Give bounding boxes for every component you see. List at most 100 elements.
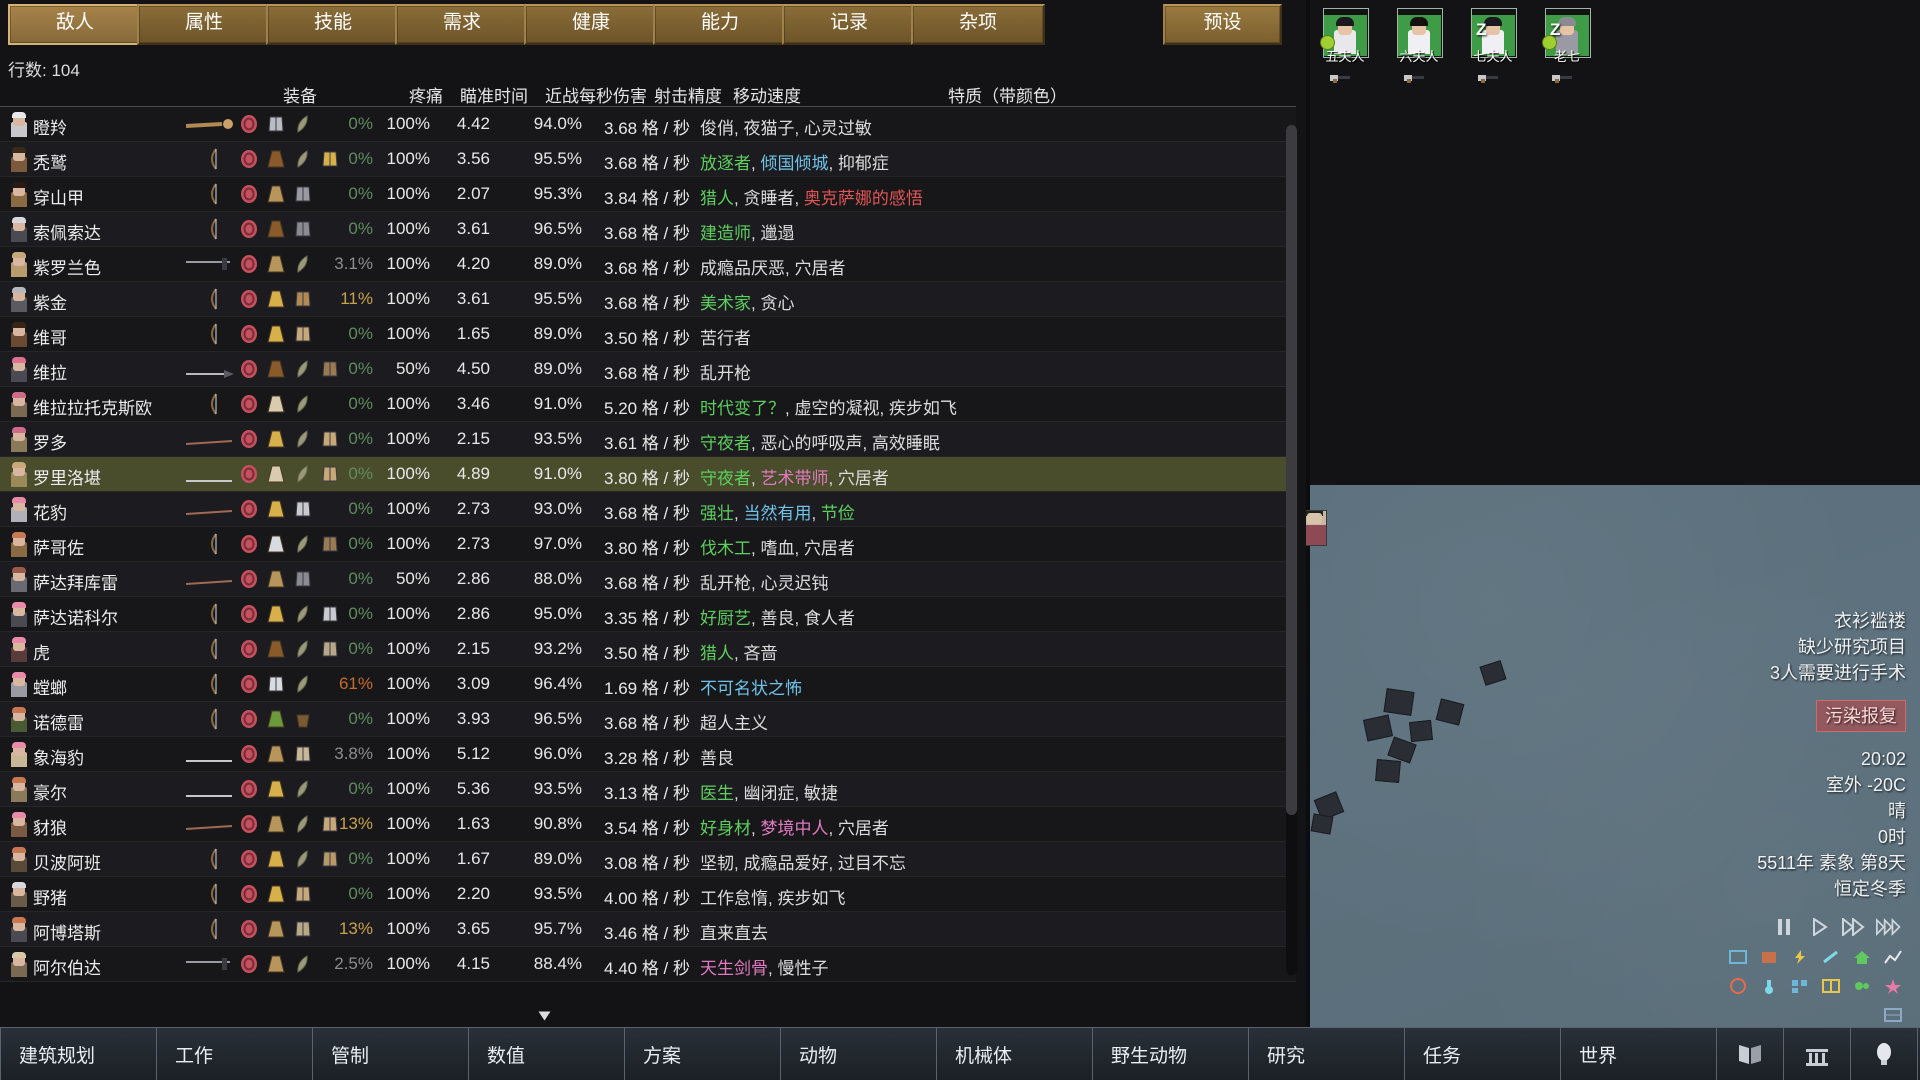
table-row[interactable]: 秃鹫 0% 100% 3.56 95.5% 3.68 格 / 秒放逐者, 倾国倾城, 抑郁… [0, 142, 1296, 177]
apparel-icon[interactable] [292, 743, 314, 765]
pawn-portrait-icon[interactable] [10, 251, 28, 277]
apparel-icon[interactable] [292, 148, 314, 170]
pawn-name[interactable]: 维哥 [33, 324, 67, 349]
apparel-icon[interactable] [292, 358, 314, 380]
weapon-icon[interactable] [185, 118, 234, 130]
apparel-icon[interactable] [238, 463, 260, 485]
apparel-icon[interactable] [238, 323, 260, 345]
apparel-icon[interactable] [265, 393, 287, 415]
apparel-icon[interactable] [292, 568, 314, 590]
table-row[interactable]: 索佩索达 0% 100% 3.61 96.5% 3.68 格 / 秒建造师, 邋遢 [0, 212, 1296, 247]
critical-alert[interactable]: 污染报复 [1576, 700, 1906, 732]
bottom-button-3[interactable]: 数值 [469, 1028, 625, 1080]
apparel-icon[interactable] [265, 323, 287, 345]
table-row[interactable]: 紫罗兰色 3.1% 100% 4.20 89.0% 3.68 格 / 秒成瘾品厌恶, 穴居… [0, 247, 1296, 282]
apparel-icon[interactable] [238, 778, 260, 800]
pawn-name[interactable]: 索佩索达 [33, 219, 101, 244]
tab-1[interactable]: 属性 [137, 4, 271, 45]
apparel-icon[interactable] [238, 673, 260, 695]
apparel-icon[interactable] [292, 883, 314, 905]
bottom-button-9[interactable]: 任务 [1405, 1028, 1561, 1080]
weapon-icon[interactable] [186, 751, 234, 762]
pawn-portrait-icon[interactable] [10, 321, 28, 347]
apparel-icon[interactable] [238, 603, 260, 625]
table-row[interactable]: 维拉 0% 50% 4.50 89.0% 3.68 格 / 秒乱开枪 [0, 352, 1296, 387]
pawn-name[interactable]: 豪尔 [33, 779, 67, 804]
column-header-aim-time[interactable]: 瞄准时间 [460, 82, 528, 107]
apparel-icon[interactable] [238, 953, 260, 975]
table-scrollbar[interactable] [1286, 125, 1297, 975]
apparel-icon[interactable] [265, 953, 287, 975]
colonist-bar-entry[interactable]: Z 七夫人 [1466, 8, 1520, 83]
weapon-icon[interactable] [185, 434, 234, 445]
weapon-icon[interactable] [185, 504, 234, 515]
pawn-name[interactable]: 阿尔伯达 [33, 954, 101, 979]
map-overlay-icon-grid[interactable] [1711, 945, 1906, 1027]
column-header-gear[interactable]: 装备 [283, 82, 317, 107]
weapon-icon[interactable] [186, 786, 234, 797]
tab-2[interactable]: 技能 [266, 4, 400, 45]
pawn-portrait-icon[interactable] [10, 146, 28, 172]
apparel-icon[interactable] [292, 428, 314, 450]
alert-item[interactable]: 衣衫褴褛 [1576, 608, 1906, 634]
apparel-icon[interactable] [238, 708, 260, 730]
tab-0[interactable]: 敌人 [8, 4, 142, 45]
apparel-icon[interactable] [265, 673, 287, 695]
bottom-button-1[interactable]: 工作 [157, 1028, 313, 1080]
apparel-icon[interactable] [265, 148, 287, 170]
apparel-icon[interactable] [265, 288, 287, 310]
play-icon[interactable] [1806, 916, 1832, 938]
pawn-portrait-icon[interactable] [10, 846, 28, 872]
apparel-icon[interactable] [292, 638, 314, 660]
tab-4[interactable]: 健康 [524, 4, 658, 45]
apparel-icon[interactable] [238, 813, 260, 835]
table-row[interactable]: 萨达拜库雷 0% 50% 2.86 88.0% 3.68 格 / 秒乱开枪, 心灵迟钝 [0, 562, 1296, 597]
pawn-name[interactable]: 虎 [33, 639, 50, 664]
pause-icon[interactable] [1771, 916, 1797, 938]
blueprint-icon[interactable] [1880, 1003, 1906, 1027]
apparel-icon[interactable] [292, 218, 314, 240]
apparel-icon[interactable] [265, 428, 287, 450]
grid-icon[interactable] [1787, 974, 1813, 998]
home-icon[interactable] [1849, 945, 1875, 969]
pawn-name[interactable]: 罗多 [33, 429, 67, 454]
pawn-portrait-icon[interactable] [10, 111, 28, 137]
tab-3[interactable]: 需求 [395, 4, 529, 45]
apparel-icon[interactable] [292, 288, 314, 310]
table-row[interactable]: 野猪 0% 100% 2.20 93.5% 4.00 格 / 秒工作怠惰, 疾步如飞 [0, 877, 1296, 912]
pawn-name[interactable]: 瞪羚 [33, 114, 67, 139]
zone-icon[interactable] [1725, 945, 1751, 969]
apparel-icon[interactable] [238, 288, 260, 310]
weapon-icon[interactable] [205, 183, 221, 205]
pawn-name[interactable]: 花豹 [33, 499, 67, 524]
pawn-name[interactable]: 萨哥佐 [33, 534, 84, 559]
pawn-name[interactable]: 象海豹 [33, 744, 84, 769]
scrollbar-thumb[interactable] [1286, 125, 1297, 815]
bottom-button-6[interactable]: 机械体 [937, 1028, 1093, 1080]
pawn-name[interactable]: 维拉 [33, 359, 67, 384]
pawn-name[interactable]: 紫金 [33, 289, 67, 314]
pick-icon[interactable] [1818, 945, 1844, 969]
pawn-portrait-icon[interactable] [10, 181, 28, 207]
game-speed-controls[interactable] [1771, 916, 1902, 938]
column-header-shooting-accuracy[interactable]: 射击精度 [654, 82, 722, 107]
apparel-icon[interactable] [292, 253, 314, 275]
ultra-fast-icon[interactable] [1876, 916, 1902, 938]
weapon-icon[interactable] [205, 323, 221, 345]
apparel-icon[interactable] [238, 148, 260, 170]
pawn-name[interactable]: 贝波阿班 [33, 849, 101, 874]
pawn-name[interactable]: 野猪 [33, 884, 67, 909]
apparel-icon[interactable] [238, 358, 260, 380]
weapon-icon[interactable] [205, 673, 221, 695]
pawn-portrait-icon[interactable] [10, 951, 28, 977]
pawn-name[interactable]: 紫罗兰色 [33, 254, 101, 279]
table-row[interactable]: 虎 0% 100% 2.15 93.2% 3.50 格 / 秒猎人, 吝啬 [0, 632, 1296, 667]
apparel-icon[interactable] [292, 778, 314, 800]
alert-item[interactable]: 3人需要进行手术 [1576, 660, 1906, 686]
pawn-name[interactable]: 萨达诺科尔 [33, 604, 118, 629]
pawn-name[interactable]: 螳螂 [33, 674, 67, 699]
table-row[interactable]: 豪尔 0% 100% 5.36 93.5% 3.13 格 / 秒医生, 幽闭症, 敏捷 [0, 772, 1296, 807]
critical-alert-badge[interactable]: 污染报复 [1816, 700, 1906, 732]
pawn-name[interactable]: 秃鹫 [33, 149, 67, 174]
apparel-icon[interactable] [238, 883, 260, 905]
